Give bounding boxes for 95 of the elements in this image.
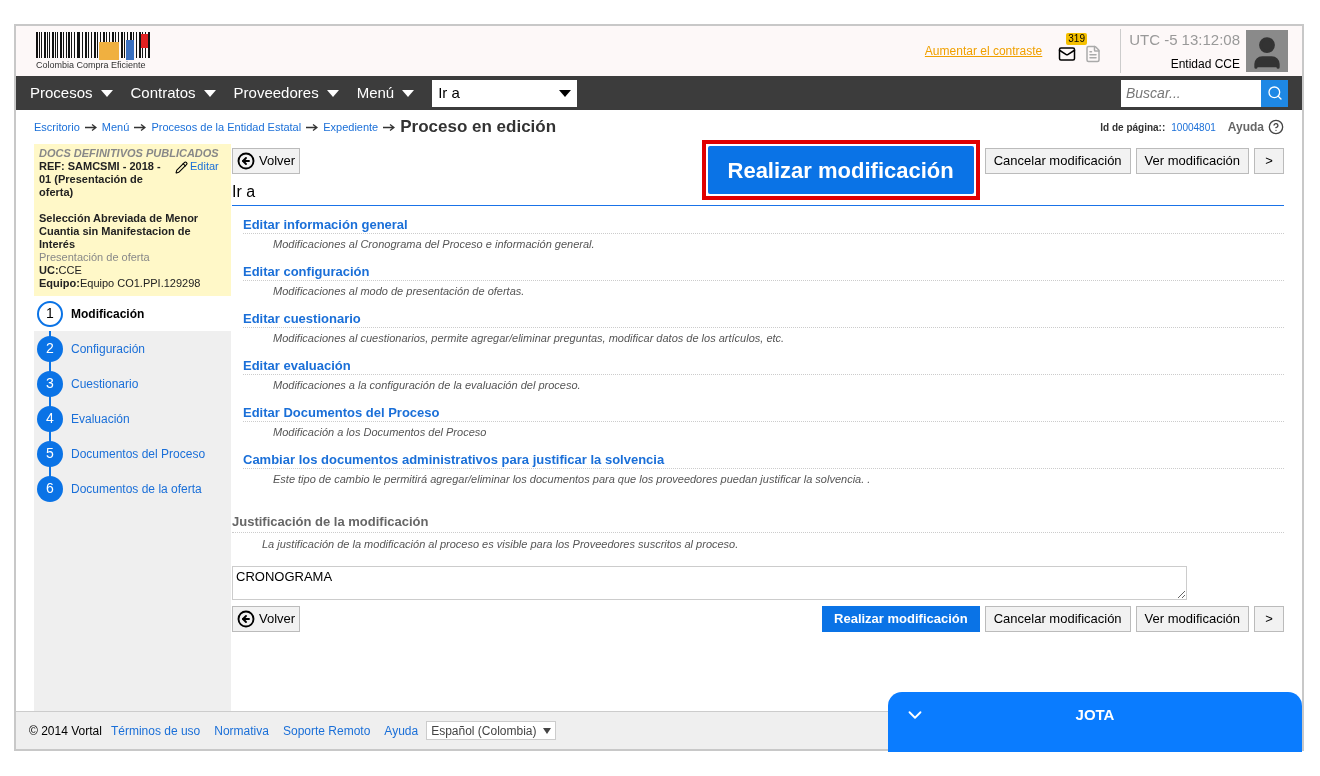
mail-count-badge: 319 — [1066, 33, 1087, 45]
next-button[interactable]: > — [1254, 148, 1284, 174]
section-description: Modificaciones al cuestionarios, permite agregar/eliminar preguntas, modificar datos de los artículos, etc. — [272, 331, 786, 346]
cancel-changes-button[interactable]: Cancelar modificación — [984, 148, 1131, 174]
breadcrumb-link[interactable]: Menú — [101, 118, 130, 136]
section-link[interactable]: Editar evaluación — [243, 357, 1284, 375]
caret-icon — [326, 89, 339, 97]
arrow-right-icon — [383, 123, 396, 131]
arrow-right-icon — [84, 123, 97, 131]
user-name: Entidad CCE — [1170, 55, 1240, 73]
footer-link[interactable]: Soporte Remoto — [282, 721, 371, 740]
search-button[interactable] — [1261, 79, 1288, 107]
step-label: Modificación — [71, 305, 145, 323]
next-button[interactable]: > — [1254, 606, 1284, 632]
section-link[interactable]: Editar configuración — [243, 263, 1284, 281]
justification-title: Justificación de la modificación — [232, 512, 1284, 533]
back-button[interactable]: Volver — [232, 148, 301, 174]
section-description: Modificaciones al Cronograma del Proceso e información general. — [272, 237, 596, 252]
section-heading: Ir a — [232, 180, 1284, 206]
section-description: Modificaciones al modo de presentación de ofertas. — [272, 284, 526, 299]
step-item[interactable]: 3 Cuestionario — [34, 366, 231, 401]
step-number: 1 — [37, 300, 63, 327]
section-description: Modificaciones a la configuración de la evaluación del proceso. — [272, 378, 582, 393]
nav-menu[interactable]: Menú — [356, 81, 415, 105]
caret-icon — [100, 89, 113, 97]
section-link[interactable]: Cambiar los documentos administrativos para justificar la solvencia — [243, 451, 1284, 469]
status-text: DOCS DEFINITIVOS PUBLICADOS — [39, 147, 220, 160]
step-item[interactable]: 5 Documentos del Proceso — [34, 436, 231, 471]
nav-menu[interactable]: Procesos — [30, 81, 113, 105]
step-number: 6 — [37, 475, 63, 502]
search-field[interactable]: Buscar... — [1121, 79, 1261, 107]
pencil-icon[interactable] — [175, 161, 188, 174]
step-label: Configuración — [71, 340, 146, 358]
copyright-text: © 2014 Vortal — [29, 722, 102, 740]
step-label: Documentos del Proceso — [71, 445, 206, 463]
view-changes-button[interactable]: Ver modificación — [1135, 606, 1249, 632]
arrow-right-icon — [306, 123, 319, 131]
team-text: Equipo:Equipo CO1.PPI.129298 — [39, 277, 202, 290]
timezone: UTC -5 — [1129, 30, 1178, 51]
make-changes-button[interactable]: Realizar modificación — [822, 606, 980, 632]
clock-time: 13:12:08 — [1181, 30, 1240, 51]
step-number: 4 — [37, 405, 63, 432]
footer-link[interactable]: Normativa — [214, 721, 269, 740]
nav-menu[interactable]: Contratos — [130, 81, 216, 105]
justification-description: La justificación de la modificación al proceso es visible para los Proveedores suscritos al proceso. — [261, 536, 740, 552]
arrow-left-icon — [237, 152, 255, 170]
section-description: Modificación a los Documentos del Proceso — [272, 425, 488, 440]
unit-text: UC:CCE — [39, 264, 83, 277]
footer-link[interactable]: Términos de uso — [110, 721, 201, 740]
goto-dropdown[interactable]: Ir a — [432, 79, 578, 107]
procedure-type: Selección Abreviada de Menor Cuantia sin Manifestacion de Interés — [39, 212, 200, 251]
step-label: Evaluación — [71, 410, 130, 428]
breadcrumb-link[interactable]: Escritorio — [34, 118, 80, 136]
breadcrumb-link[interactable]: Procesos de la Entidad Estatal — [151, 118, 302, 136]
arrow-right-icon — [134, 123, 147, 131]
section-description: Este tipo de cambio le permitirá agregar/eliminar los documentos para que los proveedores puedan justificar la solvencia. . — [272, 472, 872, 487]
language-select[interactable]: Español (Colombia) — [426, 721, 556, 740]
reference-text: REF: SAMCSMI - 2018 - 01 (Presentación de oferta) — [39, 160, 162, 199]
step-number: 3 — [37, 370, 63, 397]
help-link[interactable]: Ayuda — [1227, 118, 1264, 136]
arrow-left-icon — [237, 610, 255, 628]
step-item[interactable]: 2 Configuración — [34, 331, 231, 366]
envelope-icon[interactable] — [1058, 45, 1077, 63]
barcode-logo-icon — [36, 32, 152, 60]
step-item[interactable]: 1 Modificación — [34, 296, 231, 331]
phase-text: Presentación de oferta — [39, 251, 151, 264]
caret-icon — [559, 89, 572, 97]
breadcrumb-link[interactable]: Expediente — [323, 118, 379, 136]
step-label: Documentos de la oferta — [71, 480, 202, 498]
edit-link[interactable]: Editar — [190, 160, 219, 173]
section-link[interactable]: Editar Documentos del Proceso — [243, 404, 1284, 422]
cancel-changes-button[interactable]: Cancelar modificación — [984, 606, 1131, 632]
caret-icon — [402, 89, 415, 97]
search-icon — [1266, 85, 1283, 101]
caret-icon — [203, 89, 216, 97]
chat-title: JOTA — [1074, 705, 1116, 725]
page-id-label: Id de página:: — [1100, 120, 1166, 135]
step-item[interactable]: 4 Evaluación — [34, 401, 231, 436]
section-link[interactable]: Editar cuestionario — [243, 310, 1284, 328]
page-id: 10004801 — [1171, 120, 1216, 135]
justification-field[interactable]: CRONOGRAMA — [232, 566, 1187, 600]
nav-menu[interactable]: Proveedores — [233, 81, 339, 105]
section-link[interactable]: Editar información general — [243, 216, 1284, 234]
back-button[interactable]: Volver — [232, 606, 301, 632]
chat-widget[interactable]: JOTA — [888, 692, 1302, 752]
page-title: Proceso en edición — [400, 116, 557, 139]
step-number: 5 — [37, 440, 63, 467]
logo-text: Colombia Compra Eficiente — [36, 61, 146, 70]
step-label: Cuestionario — [71, 375, 139, 393]
footer-link[interactable]: Ayuda — [384, 721, 419, 740]
step-item[interactable]: 6 Documentos de la oferta — [34, 471, 231, 506]
help-icon[interactable] — [1268, 119, 1284, 135]
make-changes-button[interactable]: Realizar modificación — [707, 146, 974, 194]
view-changes-button[interactable]: Ver modificación — [1135, 148, 1249, 174]
step-number: 2 — [37, 335, 63, 362]
